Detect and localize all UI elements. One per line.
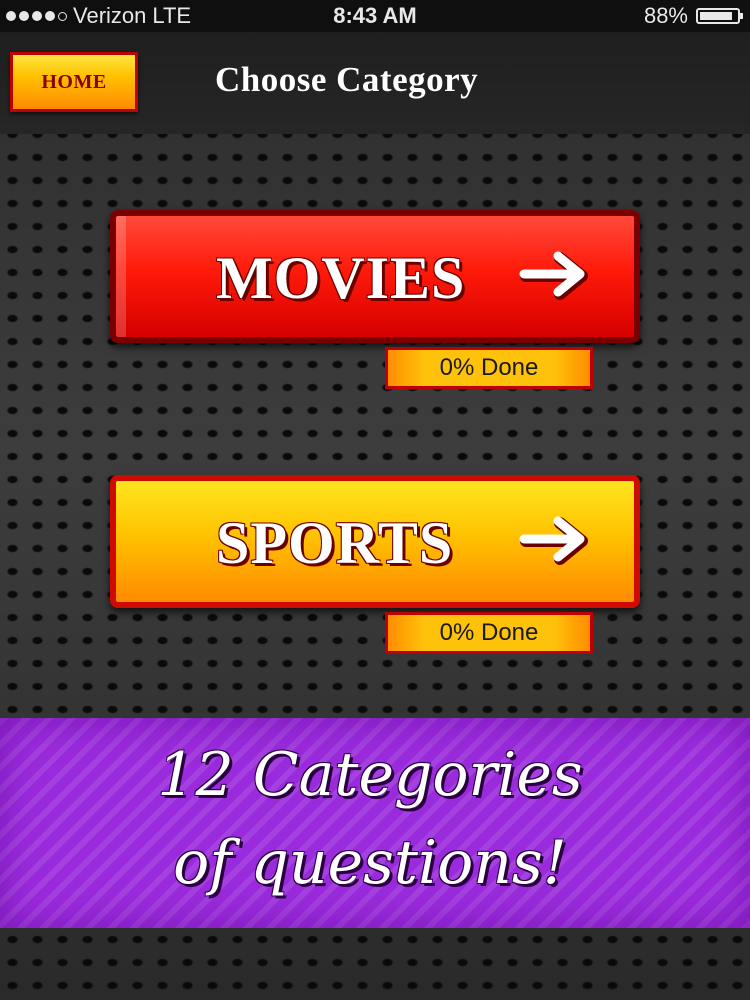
promo-line-2: of questions!	[173, 828, 567, 898]
status-time: 8:43 AM	[333, 3, 417, 28]
status-right: 88%	[643, 0, 743, 32]
promo-banner: 12 Categories of questions!	[0, 718, 750, 928]
status-bar: Verizon LTE 8:43 AM 88%	[0, 0, 750, 32]
category-label-sports: SPORTS	[216, 510, 454, 576]
header: HOME Choose Category	[0, 32, 750, 134]
home-button[interactable]: HOME	[10, 52, 138, 112]
category-label-movies: MOVIES	[216, 245, 466, 311]
progress-badge-movies: 0% Done	[385, 347, 593, 389]
page-title: Choose Category	[215, 60, 479, 99]
arrow-right-icon	[519, 251, 588, 300]
promo-line-1: 12 Categories	[157, 740, 583, 810]
battery-percent: 88%	[643, 3, 688, 28]
battery-icon	[696, 8, 743, 24]
category-button-movies[interactable]: MOVIES	[110, 210, 640, 343]
category-button-sports[interactable]: SPORTS	[110, 475, 640, 608]
arrow-right-icon	[519, 516, 588, 565]
progress-badge-sports: 0% Done	[385, 612, 593, 654]
